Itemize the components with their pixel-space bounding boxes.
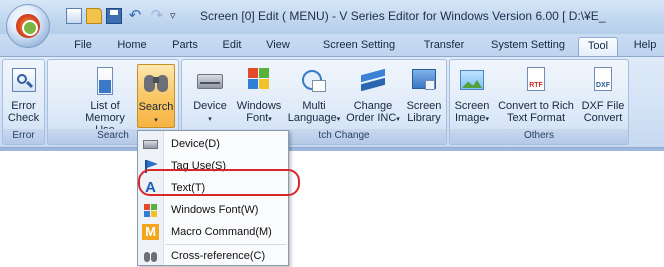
editor-canvas[interactable]: [0, 148, 664, 266]
ribbon-panel: Error Check Error List of Memory Use Sea…: [0, 56, 664, 148]
screen-library-label: Screen Library: [406, 100, 442, 124]
screen-library-icon: [409, 66, 439, 96]
multi-language-button[interactable]: Multi Language▾: [286, 64, 342, 128]
menu-item-macro-command[interactable]: M Macro Command(M): [138, 221, 288, 243]
application-menu-button[interactable]: [6, 4, 50, 48]
app-logo-icon: [16, 14, 40, 38]
tab-parts[interactable]: Parts: [168, 37, 202, 56]
windows-font-label: Windows Font▾: [236, 100, 282, 124]
tab-help[interactable]: Help: [630, 37, 660, 56]
convert-to-rich-text-button[interactable]: RTF Convert to Rich Text Format: [494, 64, 578, 128]
tab-transfer[interactable]: Transfer: [416, 37, 472, 56]
editor-top-border: [0, 148, 664, 151]
dxf-file-convert-label: DXF File Convert: [581, 100, 625, 124]
macro-m-icon: M: [142, 224, 159, 240]
error-check-button[interactable]: Error Check: [4, 64, 43, 128]
device-icon: [142, 136, 159, 152]
menu-item-macro-command-label: Macro Command(M): [171, 226, 272, 238]
binoculars-icon: [142, 248, 159, 264]
multi-language-icon: [299, 66, 329, 96]
screen-image-label: Screen Image▾: [454, 100, 490, 124]
search-dropdown-menu: Device(D) Tag Use(S) A Text(T) Windows F…: [137, 130, 289, 266]
search-dropdown-arrow-icon: ▾: [154, 117, 158, 124]
group-others-label: Others: [450, 129, 628, 144]
title-bar: ↶ ↷ ▿ Screen [0] Edit ( MENU) - V Series…: [0, 0, 664, 48]
error-check-icon: [9, 66, 39, 96]
ribbon-tab-bar: File Home Parts Edit View Screen Setting…: [0, 34, 664, 56]
screen-image-button[interactable]: Screen Image▾: [452, 64, 492, 128]
text-item-highlight-ring: [138, 169, 300, 196]
multi-language-label: Multi Language▾: [287, 100, 341, 124]
device-button[interactable]: Device ▾: [188, 64, 232, 128]
menu-item-device-label: Device(D): [171, 138, 220, 150]
menu-item-cross-reference[interactable]: Cross-reference(C): [138, 245, 288, 267]
open-folder-icon[interactable]: [86, 8, 102, 24]
undo-icon[interactable]: ↶: [126, 8, 144, 24]
menu-item-device[interactable]: Device(D): [138, 133, 288, 155]
group-others: Screen Image▾ RTF Convert to Rich Text F…: [449, 59, 629, 145]
windows-font-icon: [244, 66, 274, 96]
screen-image-icon: [457, 66, 487, 96]
change-order-inc-button[interactable]: Change Order INC▾: [344, 64, 402, 128]
group-error: Error Check Error: [2, 59, 45, 145]
menu-item-cross-reference-label: Cross-reference(C): [171, 250, 266, 262]
rtf-icon: RTF: [521, 66, 551, 96]
tab-system-setting[interactable]: System Setting: [486, 37, 570, 56]
memory-use-icon: [90, 66, 120, 96]
change-order-inc-label: Change Order INC▾: [346, 100, 400, 124]
screen-library-button[interactable]: Screen Library: [404, 64, 444, 128]
list-of-memory-use-button[interactable]: List of Memory Use: [75, 64, 135, 136]
search-label: Search: [138, 101, 174, 113]
convert-to-rich-text-label: Convert to Rich Text Format: [498, 100, 574, 124]
binoculars-icon: [141, 67, 171, 97]
windows-font-icon: [142, 202, 159, 218]
tab-edit[interactable]: Edit: [218, 37, 246, 56]
save-icon[interactable]: [106, 8, 122, 24]
menu-item-windows-font[interactable]: Windows Font(W): [138, 199, 288, 221]
tab-home[interactable]: Home: [112, 37, 152, 56]
device-label: Device ▾: [193, 100, 227, 123]
group-error-label: Error: [3, 129, 44, 144]
redo-icon[interactable]: ↷: [148, 8, 166, 24]
tab-screen-setting[interactable]: Screen Setting: [316, 37, 402, 56]
tab-file[interactable]: File: [68, 37, 98, 56]
error-check-label: Error Check: [7, 100, 40, 124]
new-file-icon[interactable]: [66, 8, 82, 24]
tab-tool[interactable]: Tool: [578, 37, 618, 56]
dxf-icon: DXF: [588, 66, 618, 96]
windows-font-button[interactable]: Windows Font▾: [232, 64, 286, 128]
menu-item-windows-font-label: Windows Font(W): [171, 204, 259, 216]
device-icon: [195, 66, 225, 96]
search-button[interactable]: Search ▾: [137, 64, 175, 128]
customize-quick-access-icon[interactable]: ▿: [170, 8, 182, 24]
tab-view[interactable]: View: [262, 37, 294, 56]
window-title: Screen [0] Edit ( MENU) - V Series Edito…: [200, 9, 606, 23]
change-order-icon: [358, 66, 388, 96]
dxf-file-convert-button[interactable]: DXF DXF File Convert: [580, 64, 626, 128]
